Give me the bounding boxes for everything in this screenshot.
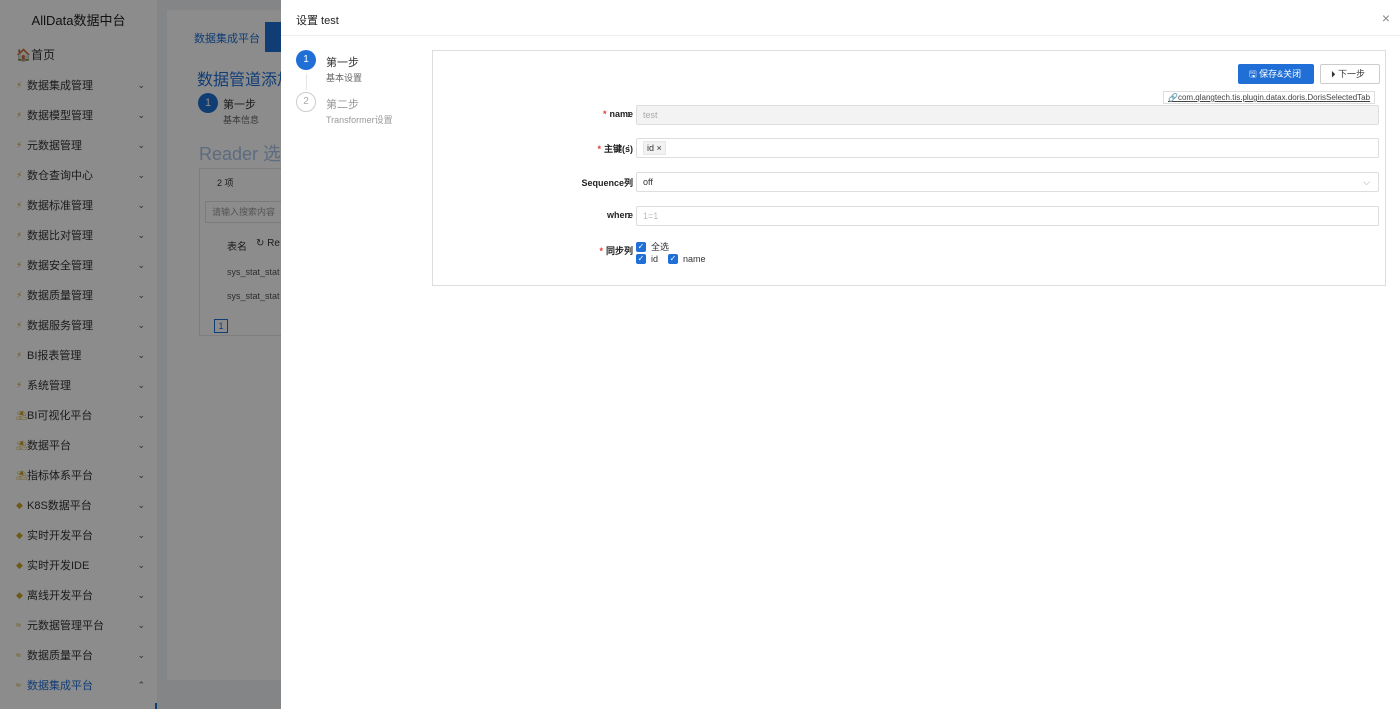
column-name-checkbox[interactable]: ✓ name (668, 254, 706, 264)
name-input[interactable]: test (636, 105, 1379, 125)
save-close-button[interactable]: 🖫 保存&关闭 (1238, 64, 1314, 84)
step-connector (306, 74, 307, 90)
settings-drawer: 设置 test × 1 第一步 基本设置 2 第二步 Transformer设置… (281, 0, 1400, 709)
sequence-value: off (643, 177, 653, 187)
step-2-title: 第二步 (326, 99, 359, 111)
select-all-checkbox[interactable]: ✓ 全选 (636, 240, 669, 253)
step-2-circle: 2 (296, 92, 316, 112)
next-icon: ⏵ (1331, 69, 1339, 79)
close-icon[interactable]: × (1382, 10, 1390, 26)
sequence-row: Sequence列 : off ⌵ (433, 172, 1387, 192)
tag-close-icon[interactable]: × (657, 143, 662, 153)
pk-tag-label: id (647, 143, 655, 153)
form-card: 🖫 保存&关闭 ⏵ 下一步 🔗com.qlangtech.tis.plugin.… (432, 50, 1386, 286)
sync-columns-row: * 同步列 : ✓ 全选 ✓ id ✓ name (433, 240, 1387, 264)
next-step-label: 下一步 (1338, 69, 1366, 79)
next-step-button[interactable]: ⏵ 下一步 (1320, 64, 1380, 84)
check-icon: ✓ (668, 254, 678, 264)
sequence-select[interactable]: off ⌵ (636, 172, 1379, 192)
sequence-label: Sequence列 (581, 178, 633, 188)
check-icon: ✓ (636, 241, 646, 252)
plugin-link-text: com.qlangtech.tis.plugin.datax.doris.Dor… (1177, 93, 1371, 102)
step-2-subtitle: Transformer设置 (326, 115, 393, 125)
primary-key-select[interactable]: id × (636, 138, 1379, 158)
drawer-title: 设置 test (296, 15, 339, 27)
column-id-label: id (651, 254, 659, 264)
save-icon: 🖫 (1249, 69, 1260, 79)
sequence-colon: : (627, 176, 630, 186)
chevron-down-icon: ⌵ (1363, 177, 1370, 187)
step-1-title: 第一步 (326, 57, 359, 69)
select-all-label: 全选 (651, 242, 670, 252)
pk-colon: : (627, 142, 630, 152)
column-id-checkbox[interactable]: ✓ id (636, 254, 658, 264)
step-1-subtitle: 基本设置 (326, 73, 363, 83)
plugin-link[interactable]: 🔗com.qlangtech.tis.plugin.datax.doris.Do… (1163, 91, 1376, 104)
column-name-label: name (683, 254, 706, 264)
step-1-circle: 1 (296, 50, 316, 70)
save-close-label: 保存&关闭 (1259, 69, 1302, 79)
where-row: where : 1=1 (433, 206, 1387, 226)
name-row: * name : test (433, 105, 1387, 125)
where-colon: : (627, 210, 630, 220)
where-input[interactable]: 1=1 (636, 206, 1379, 226)
primary-key-row: * 主键(s) : id × (433, 138, 1387, 158)
name-colon: : (627, 109, 630, 119)
sync-colon: : (627, 244, 630, 254)
link-icon: 🔗 (1168, 93, 1178, 102)
drawer-header: 设置 test × (281, 0, 1400, 36)
pk-tag: id × (643, 141, 666, 155)
check-icon: ✓ (636, 254, 646, 264)
